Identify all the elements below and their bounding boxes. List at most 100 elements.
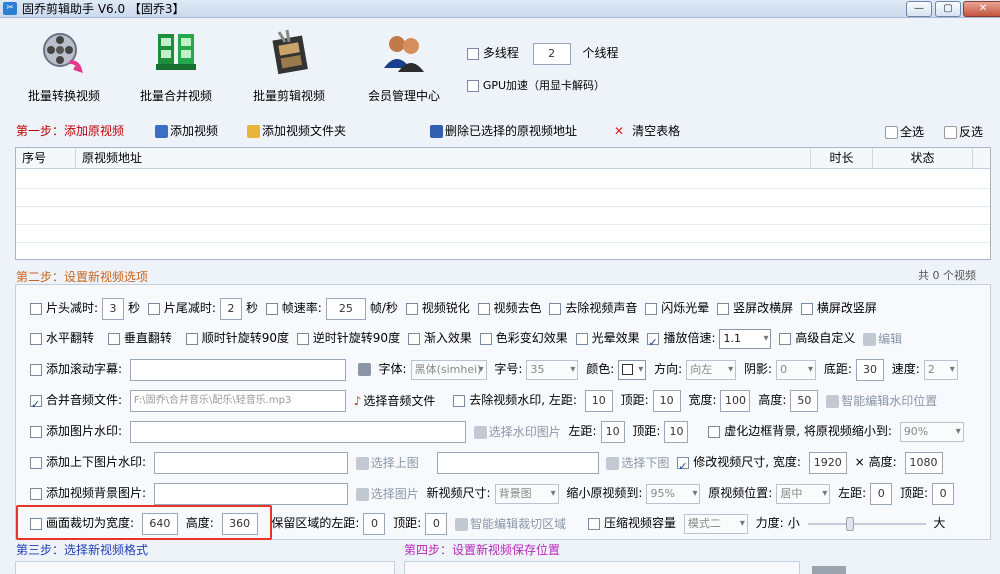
new-size-label: 新视频尺寸:: [426, 486, 491, 500]
remove-audio-checkbox[interactable]: [549, 302, 562, 315]
minimize-button[interactable]: —: [906, 1, 932, 17]
subtitle-checkbox[interactable]: [30, 363, 42, 376]
fps-checkbox[interactable]: [265, 302, 278, 315]
bg-img-checkbox[interactable]: [30, 487, 42, 500]
pos-select[interactable]: 居中: [776, 483, 831, 504]
select-all-button[interactable]: 全选: [885, 122, 924, 142]
advanced-checkbox[interactable]: [779, 332, 792, 345]
img-wm-path-input[interactable]: [129, 420, 466, 443]
choose-down-button[interactable]: 选择下图: [606, 453, 669, 473]
tail-cut-input[interactable]: 2: [219, 297, 242, 320]
wm-top-input[interactable]: 10: [652, 389, 681, 412]
col-path[interactable]: 原视频地址: [76, 148, 811, 168]
choose-img-button[interactable]: 选择图片: [355, 484, 419, 504]
invert-select-button[interactable]: 反选: [944, 122, 983, 142]
wm-left-input[interactable]: 10: [584, 389, 613, 412]
audio-path-input[interactable]: F:\固乔\合并音乐\配乐\轻音乐.mp3: [129, 389, 346, 412]
blur-select[interactable]: 90%: [899, 421, 964, 442]
remove-wm-checkbox[interactable]: [453, 394, 466, 407]
thread-count-input[interactable]: 2: [532, 42, 571, 65]
size-select[interactable]: 35: [526, 359, 579, 380]
shadow-select[interactable]: 0: [776, 359, 817, 380]
font-select[interactable]: 黑体(simhei): [410, 359, 487, 380]
gpu-checkbox[interactable]: [467, 79, 479, 92]
col-duration[interactable]: 时长: [811, 148, 873, 168]
down-img-input[interactable]: [436, 451, 599, 474]
new-size-select[interactable]: 背景图: [494, 483, 559, 504]
hflip-checkbox[interactable]: [30, 332, 42, 345]
sharpen-checkbox[interactable]: [405, 302, 418, 315]
bg-left-input[interactable]: 0: [870, 482, 893, 505]
img-left-input[interactable]: 10: [600, 420, 625, 443]
col-status[interactable]: 状态: [873, 148, 973, 168]
blur-bg-checkbox[interactable]: [708, 425, 721, 438]
crop-height-input[interactable]: 360: [221, 512, 258, 535]
batch-edit-button[interactable]: 批量剪辑视频: [241, 24, 337, 108]
img-wm-checkbox[interactable]: [30, 425, 42, 438]
delete-selected-button[interactable]: 删除已选择的原视频地址: [430, 121, 577, 141]
speed-checkbox[interactable]: [647, 331, 660, 355]
bg-top-input[interactable]: 0: [932, 482, 955, 505]
col-index[interactable]: 序号: [16, 148, 76, 168]
subtitle-input[interactable]: [129, 358, 346, 381]
strength-slider[interactable]: [807, 514, 926, 534]
rot-cw-checkbox[interactable]: [185, 332, 198, 345]
video-table[interactable]: 序号 原视频地址 时长 状态: [15, 147, 991, 260]
up-img-input[interactable]: [153, 451, 348, 474]
dir-select[interactable]: 向左: [686, 359, 737, 380]
choose-wm-img-button[interactable]: 选择水印图片: [473, 422, 561, 442]
add-video-button[interactable]: 添加视频: [155, 121, 218, 141]
smart-crop-button[interactable]: 智能编辑裁切区域: [455, 514, 566, 534]
scroll-speed-select[interactable]: 2: [923, 359, 958, 380]
vflip-checkbox[interactable]: [107, 332, 120, 345]
wm-height-input[interactable]: 50: [790, 389, 819, 412]
add-folder-button[interactable]: 添加视频文件夹: [247, 121, 346, 141]
res-height-input[interactable]: 1080: [904, 451, 943, 474]
head-cut-checkbox[interactable]: [30, 302, 42, 315]
close-button[interactable]: ✕: [963, 1, 1000, 17]
merge-audio-checkbox[interactable]: [30, 393, 42, 417]
tail-cut-checkbox[interactable]: [147, 302, 160, 315]
choose-audio-button[interactable]: ♪ 选择音频文件: [354, 391, 436, 411]
edit-button[interactable]: 编辑: [863, 329, 902, 349]
slider-thumb[interactable]: [846, 516, 855, 531]
multithread-option[interactable]: 多线程 2 个线程: [467, 41, 619, 65]
color-select[interactable]: [618, 359, 647, 380]
decolor-checkbox[interactable]: [477, 302, 490, 315]
glow-checkbox[interactable]: [575, 332, 588, 345]
gpu-option[interactable]: GPU加速（用显卡解码）: [467, 74, 605, 97]
keep-top-input[interactable]: 0: [425, 512, 448, 535]
crop-checkbox[interactable]: [30, 517, 42, 530]
bottom-input[interactable]: 30: [855, 358, 884, 381]
resize-checkbox[interactable]: [677, 455, 690, 479]
clear-table-button[interactable]: ✕ 清空表格: [614, 121, 680, 141]
batch-convert-button[interactable]: 批量转换视频: [16, 24, 112, 108]
speed-select[interactable]: 1.1: [719, 328, 772, 349]
bg-img-input[interactable]: [153, 482, 348, 505]
wm-width-input[interactable]: 100: [720, 389, 751, 412]
updown-checkbox[interactable]: [30, 456, 42, 469]
add-video-label: 添加视频: [170, 124, 219, 138]
crop-width-input[interactable]: 640: [141, 512, 178, 535]
res-width-input[interactable]: 1920: [808, 451, 847, 474]
window-title: 固乔剪辑助手 V6.0 【固乔3】: [22, 2, 185, 16]
smart-wm-button[interactable]: 智能编辑水印位置: [826, 391, 937, 411]
head-cut-input[interactable]: 3: [102, 297, 125, 320]
keep-left-input[interactable]: 0: [363, 512, 386, 535]
maximize-button[interactable]: ▢: [935, 1, 961, 17]
color-fx-checkbox[interactable]: [479, 332, 492, 345]
batch-merge-button[interactable]: 批量合并视频: [128, 24, 224, 108]
multithread-checkbox[interactable]: [467, 47, 479, 60]
choose-up-button[interactable]: 选择上图: [355, 453, 419, 473]
fade-checkbox[interactable]: [407, 332, 420, 345]
fps-input[interactable]: 25: [325, 297, 366, 320]
compress-mode-select[interactable]: 模式二: [683, 513, 748, 534]
rot-ccw-checkbox[interactable]: [296, 332, 309, 345]
h2v-checkbox[interactable]: [800, 302, 813, 315]
shrink-select[interactable]: 95%: [646, 483, 701, 504]
compress-checkbox[interactable]: [588, 517, 600, 530]
v2h-checkbox[interactable]: [717, 302, 730, 315]
img-top-input[interactable]: 10: [664, 420, 689, 443]
member-center-button[interactable]: 会员管理中心: [356, 24, 452, 108]
flash-checkbox[interactable]: [645, 302, 658, 315]
